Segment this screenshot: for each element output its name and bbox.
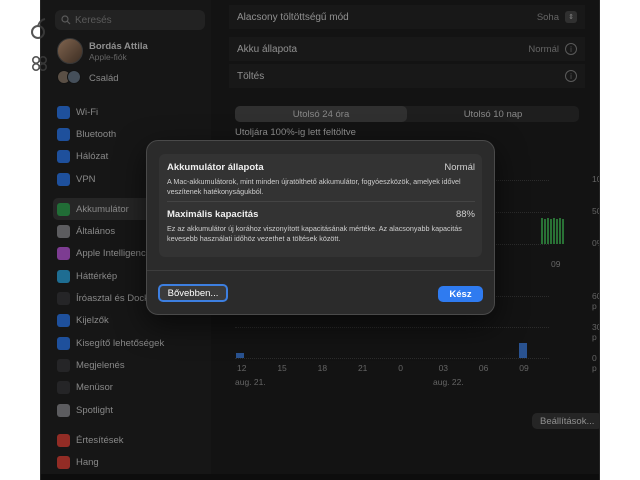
done-button[interactable]: Kész (438, 286, 483, 302)
dialog-info-card: Akkumulátor állapota Normál A Mac-akkumu… (159, 154, 482, 257)
learn-more-button[interactable]: Bővebben... (158, 284, 228, 302)
max-capacity-title: Maximális kapacitás (167, 209, 259, 220)
divider (167, 201, 475, 202)
battery-condition-value: Normál (444, 162, 475, 173)
battery-health-dialog: Akkumulátor állapota Normál A Mac-akkumu… (146, 140, 495, 315)
max-capacity-section: Maximális kapacitás 88% Ez az akkumuláto… (167, 209, 475, 243)
divider (147, 270, 494, 271)
battery-condition-section: Akkumulátor állapota Normál A Mac-akkumu… (167, 162, 475, 196)
max-capacity-value: 88% (455, 209, 475, 220)
battery-condition-title: Akkumulátor állapota (167, 162, 264, 173)
max-capacity-description: Ez az akkumulátor új korához viszonyítot… (167, 224, 462, 243)
battery-condition-description: A Mac-akkumulátorok, mint minden újratöl… (167, 177, 461, 196)
